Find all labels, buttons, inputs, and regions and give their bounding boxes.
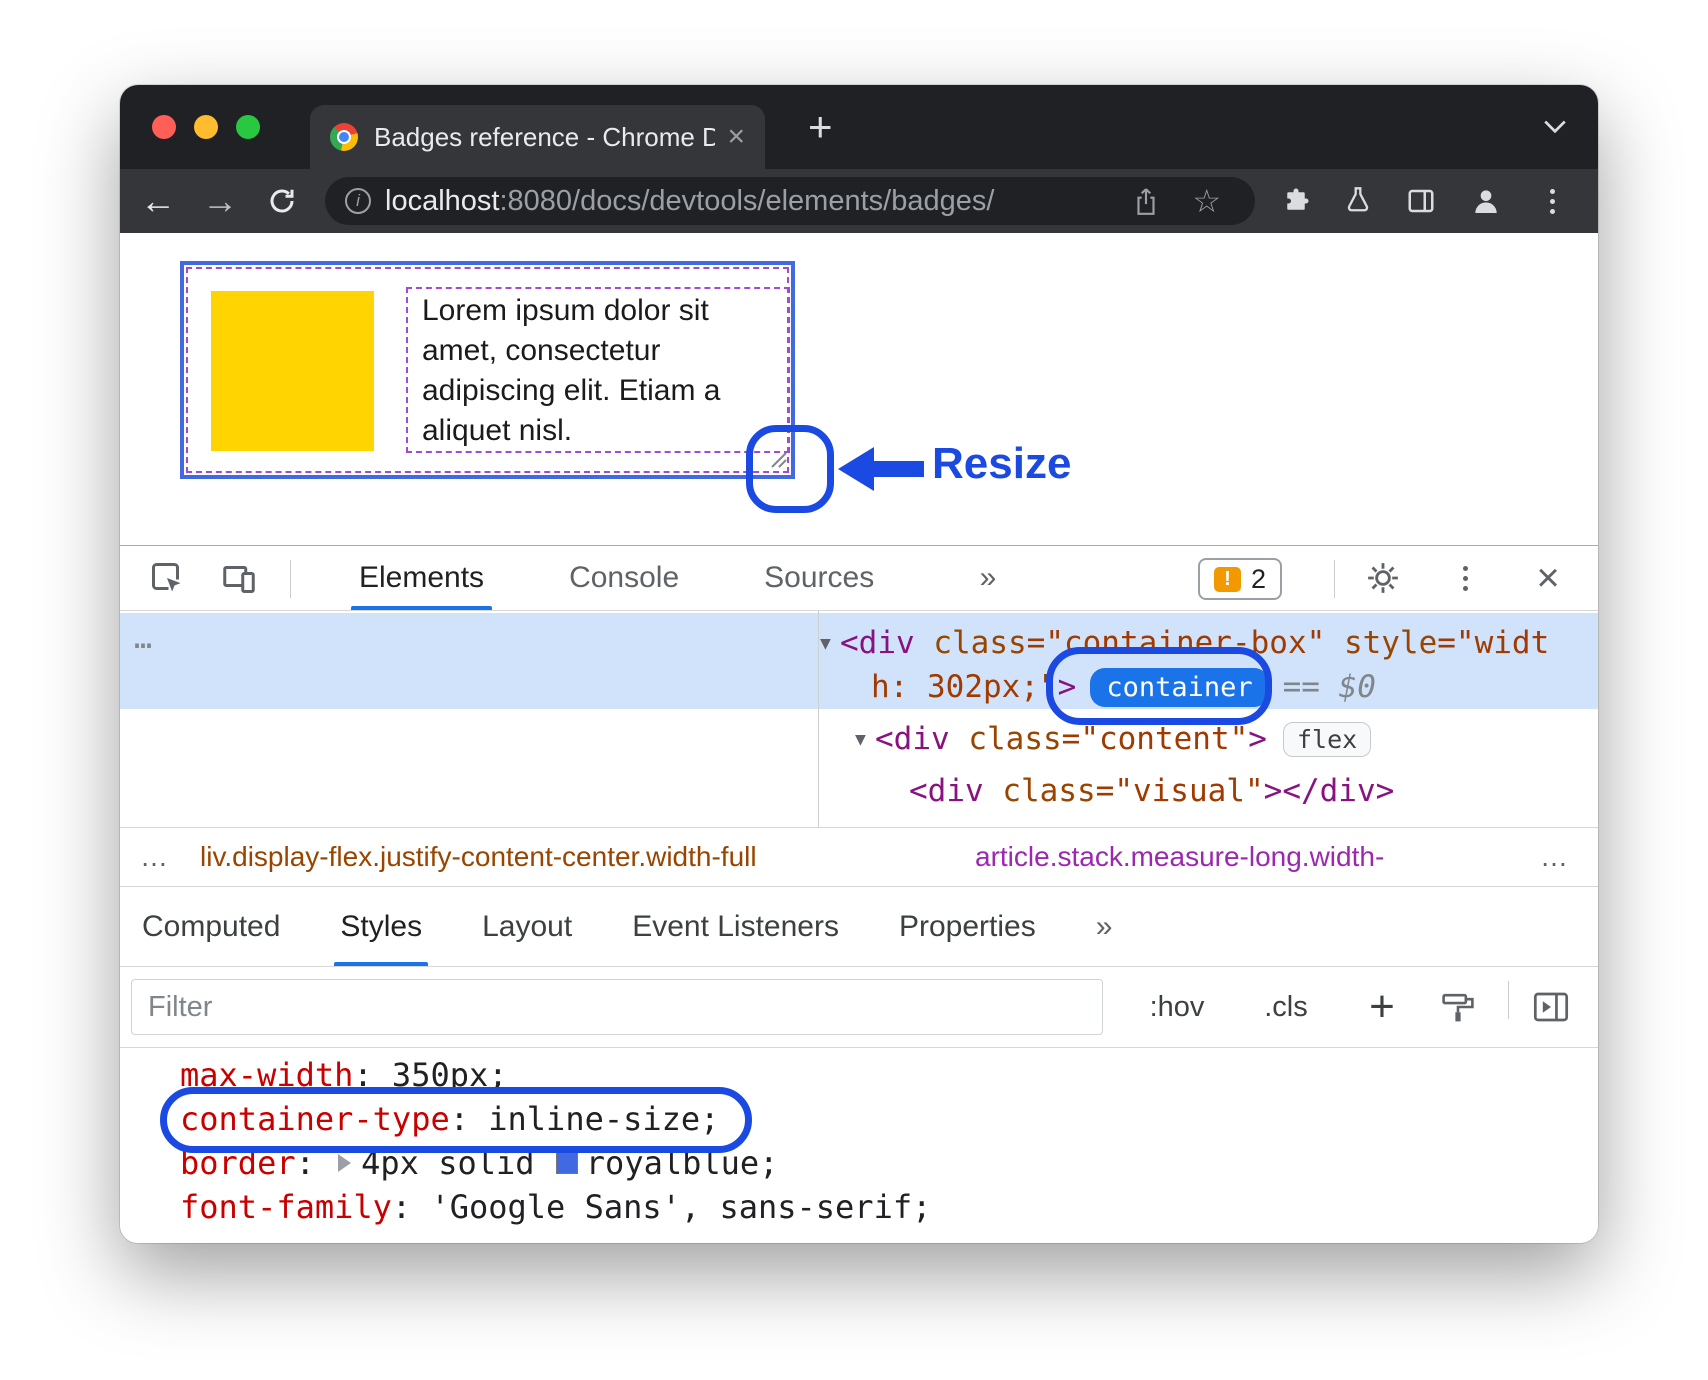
pseudo-state-toggle[interactable]: :hov	[1132, 967, 1222, 1047]
disclosure-triangle-icon[interactable]: ▼	[820, 633, 840, 654]
close-window-button[interactable]	[152, 115, 176, 139]
css-value[interactable]: : 'Google Sans', sans-serif;	[392, 1188, 931, 1226]
url-text: localhost:8080/docs/devtools/elements/ba…	[385, 185, 1235, 218]
url-host: localhost	[385, 185, 499, 217]
resize-annotation-circle	[746, 425, 834, 513]
browser-window: Badges reference - Chrome De × + ← → i l…	[120, 85, 1598, 1243]
styles-pane-tabs: Computed Styles Layout Event Listeners P…	[120, 887, 1598, 967]
maximize-window-button[interactable]	[236, 115, 260, 139]
page-content: Lorem ipsum dolor sit amet, consectetur …	[120, 233, 1598, 545]
toolbar-divider	[1334, 560, 1335, 598]
tab-computed[interactable]: Computed	[142, 887, 280, 966]
toolbar-divider	[290, 560, 291, 598]
tree-overflow-ellipsis: …	[134, 621, 152, 656]
address-bar[interactable]: i localhost:8080/docs/devtools/elements/…	[325, 177, 1255, 225]
side-panel-icon[interactable]	[1396, 169, 1446, 233]
more-tabs-icon[interactable]: »	[958, 546, 1018, 610]
tab-styles[interactable]: Styles	[340, 887, 422, 966]
settings-gear-icon[interactable]	[1360, 546, 1406, 610]
issues-button[interactable]: ! 2	[1198, 558, 1282, 600]
browser-menu-kebab-icon[interactable]	[1527, 169, 1577, 233]
styles-filter-bar: :hov .cls +	[120, 967, 1598, 1048]
visual-node-row[interactable]: <div class="visual"></div>	[909, 769, 1394, 813]
css-property[interactable]: font-family	[180, 1188, 392, 1226]
filter-bar-divider	[1508, 981, 1509, 1019]
new-style-rule-button[interactable]: +	[1352, 967, 1412, 1047]
tab-properties[interactable]: Properties	[899, 887, 1036, 966]
forward-button[interactable]: →	[196, 169, 244, 233]
tab-event-listeners[interactable]: Event Listeners	[632, 887, 839, 966]
minimize-window-button[interactable]	[194, 115, 218, 139]
paint-roller-icon[interactable]	[1430, 967, 1486, 1047]
devtools-toolbar: Elements Console Sources » ! 2 ×	[120, 545, 1598, 611]
device-toolbar-icon[interactable]	[214, 546, 264, 610]
site-info-icon[interactable]: i	[345, 188, 371, 214]
back-button[interactable]: ←	[134, 169, 182, 233]
tab-title: Badges reference - Chrome De	[374, 122, 715, 153]
tree-indent-guide	[818, 611, 819, 827]
sidebar-toggle-icon[interactable]	[1520, 967, 1582, 1047]
inspect-element-icon[interactable]	[142, 546, 192, 610]
chrome-logo-icon	[330, 123, 358, 151]
chrome-labs-flask-icon[interactable]	[1333, 169, 1383, 233]
breadcrumb-item-div[interactable]: liv.display-flex.justify-content-center.…	[200, 828, 757, 886]
container-box-demo: Lorem ipsum dolor sit amet, consectetur …	[180, 261, 795, 479]
tab-bar: Badges reference - Chrome De × +	[120, 85, 1598, 169]
disclosure-triangle-icon[interactable]: ▼	[855, 729, 875, 750]
devtools-tabs: Elements Console Sources	[359, 546, 874, 610]
breadcrumb-overflow-right[interactable]: …	[1540, 828, 1568, 886]
tab-elements[interactable]: Elements	[359, 546, 484, 610]
breadcrumb: … liv.display-flex.justify-content-cente…	[120, 827, 1598, 887]
navigation-bar: ← → i localhost:8080/docs/devtools/eleme…	[120, 169, 1598, 233]
tab-console[interactable]: Console	[569, 546, 679, 610]
css-rule-font-family: font-family: 'Google Sans', sans-serif;	[180, 1185, 1598, 1229]
tab-sources[interactable]: Sources	[764, 546, 874, 610]
url-path: :8080/docs/devtools/elements/badges/	[499, 185, 994, 217]
browser-tab[interactable]: Badges reference - Chrome De ×	[310, 105, 765, 169]
devtools-close-icon[interactable]: ×	[1518, 546, 1578, 610]
extensions-puzzle-icon[interactable]	[1271, 169, 1321, 233]
issue-warning-icon: !	[1214, 567, 1241, 592]
tab-close-icon[interactable]: ×	[727, 120, 745, 154]
tab-layout[interactable]: Layout	[482, 887, 572, 966]
bookmark-star-icon[interactable]: ☆	[1192, 182, 1221, 220]
flex-badge[interactable]: flex	[1283, 722, 1371, 757]
more-panes-icon[interactable]: »	[1096, 887, 1113, 966]
resize-annotation-label: Resize	[932, 439, 1071, 489]
profile-avatar-icon[interactable]	[1461, 169, 1511, 233]
styles-filter-input[interactable]	[131, 979, 1103, 1035]
visual-yellow-square	[211, 291, 374, 451]
color-swatch[interactable]	[556, 1152, 578, 1174]
container-badge-annotation	[1046, 647, 1272, 725]
breadcrumb-item-article[interactable]: article.stack.measure-long.width-	[975, 828, 1384, 886]
devtools-menu-kebab-icon[interactable]	[1442, 546, 1488, 610]
revealed-node-hint: == $0	[1283, 669, 1376, 705]
tab-search-chevron-icon[interactable]	[1542, 119, 1568, 140]
container-type-annotation	[160, 1087, 752, 1153]
elements-tree: … ▼<div class="container-box" style="wid…	[120, 611, 1598, 827]
new-tab-button[interactable]: +	[808, 103, 833, 151]
shorthand-expand-icon[interactable]	[338, 1154, 351, 1172]
reload-button[interactable]	[260, 169, 304, 233]
lorem-text: Lorem ipsum dolor sit amet, consectetur …	[406, 287, 790, 453]
element-classes-toggle[interactable]: .cls	[1244, 967, 1328, 1047]
issues-count: 2	[1251, 564, 1266, 595]
breadcrumb-overflow-left[interactable]: …	[140, 828, 168, 886]
resize-annotation-arrow	[838, 447, 924, 491]
arrow-tail	[868, 461, 924, 477]
share-icon[interactable]	[1133, 187, 1159, 222]
